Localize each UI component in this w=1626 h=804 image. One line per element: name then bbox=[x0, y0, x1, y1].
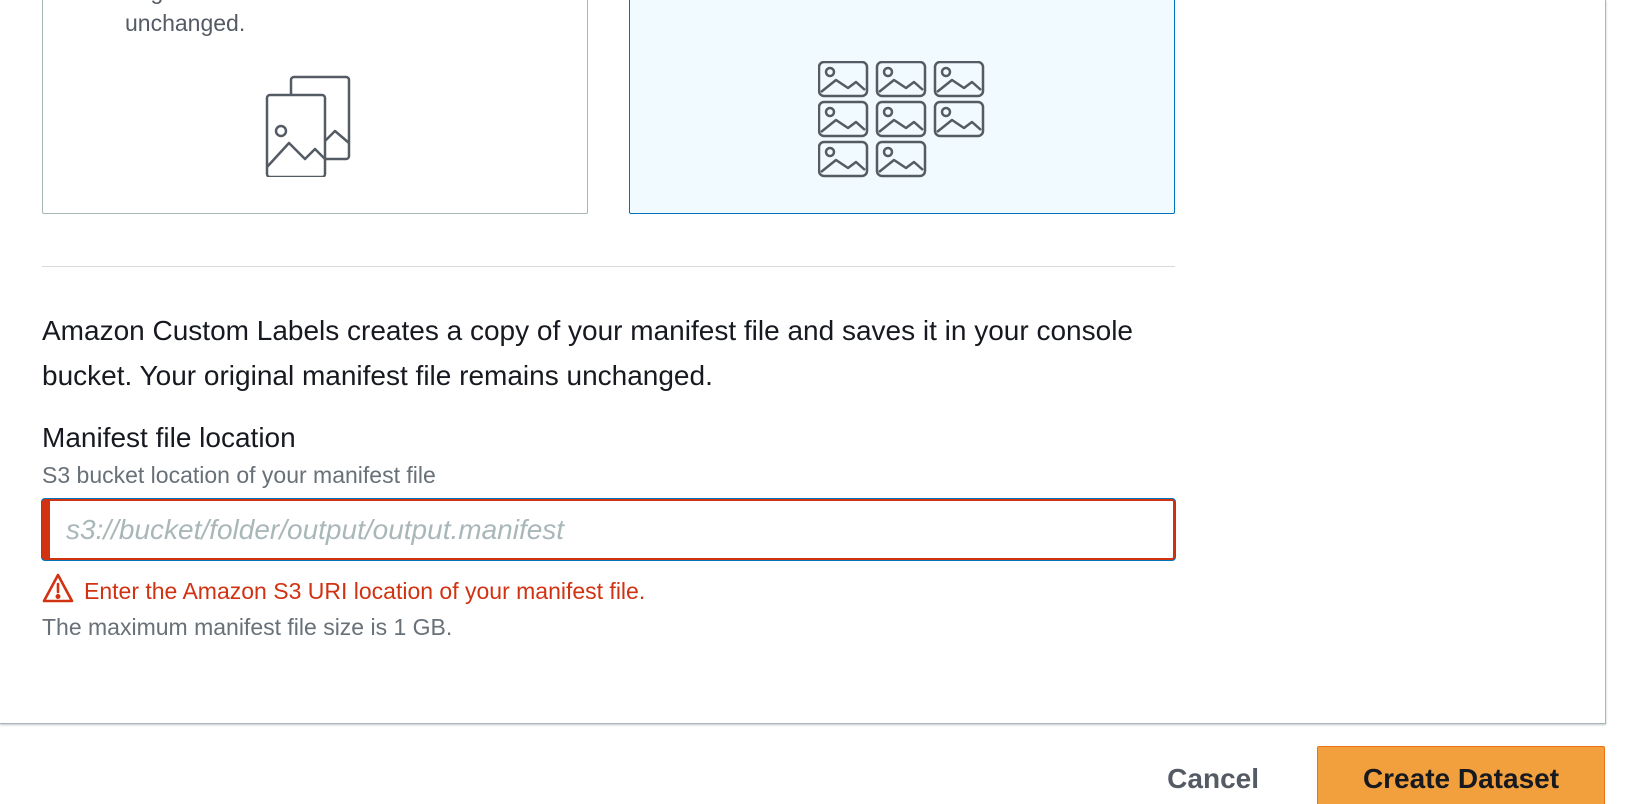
create-dataset-button[interactable]: Create Dataset bbox=[1317, 746, 1605, 804]
cancel-button[interactable]: Cancel bbox=[1167, 763, 1259, 795]
manifest-constraint-text: The maximum manifest file size is 1 GB. bbox=[42, 614, 453, 640]
manifest-error-text: Enter the Amazon S3 URI location of your… bbox=[84, 577, 646, 604]
image-grid-icon bbox=[817, 60, 988, 186]
overlapping-images-icon bbox=[265, 75, 355, 182]
page: original dataset will remain unchanged. bbox=[0, 0, 1626, 804]
manifest-field-label: Manifest file location bbox=[42, 422, 296, 453]
import-option-card-single[interactable]: original dataset will remain unchanged. bbox=[42, 0, 588, 214]
section-divider bbox=[42, 266, 1175, 267]
manifest-location-input[interactable] bbox=[42, 499, 1175, 560]
card-description: original dataset will remain unchanged. bbox=[125, 0, 396, 36]
form-actions: Cancel Create Dataset bbox=[1167, 746, 1605, 804]
warning-icon bbox=[42, 573, 74, 609]
manifest-info-text: Amazon Custom Labels creates a copy of y… bbox=[42, 315, 1133, 391]
import-option-card-multiple[interactable] bbox=[629, 0, 1175, 214]
manifest-field-description: S3 bucket location of your manifest file bbox=[42, 462, 436, 488]
manifest-error: Enter the Amazon S3 URI location of your… bbox=[42, 573, 646, 609]
dataset-options-panel: original dataset will remain unchanged. bbox=[0, 0, 1606, 724]
